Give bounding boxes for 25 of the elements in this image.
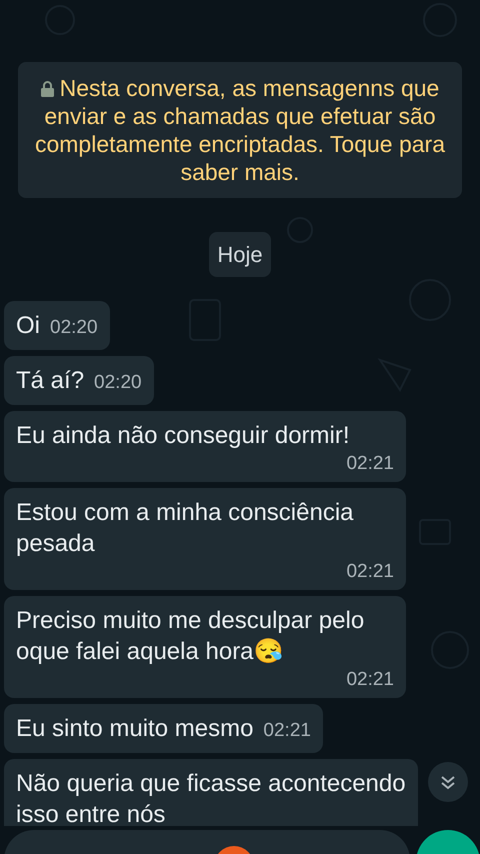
message-time: 02:20 bbox=[50, 317, 98, 338]
message-time: 02:21 bbox=[345, 669, 394, 691]
encryption-notice[interactable]: Nesta conversa, as mensagenns que enviar e as chamadas que efetuar são completamente encriptadas. Toque para saber mais. bbox=[18, 62, 462, 198]
message-bubble[interactable]: Não queria que ficasse acontecendo isso entre nós bbox=[4, 759, 418, 826]
message-text: Eu ainda não conseguir dormir! bbox=[16, 421, 351, 451]
message-text: Estou com a minha consciência pesada bbox=[16, 498, 354, 559]
message-bubble[interactable]: Preciso muito me desculpar pelo oque falei aquela hora😪 02:21 bbox=[4, 596, 406, 698]
message-bubble[interactable]: Oi 02:20 bbox=[4, 301, 110, 350]
message-time: 02:21 bbox=[263, 720, 311, 741]
message-bubble[interactable]: Eu ainda não conseguir dormir! 02:21 bbox=[4, 411, 406, 482]
message-text: Tá aí? bbox=[16, 367, 84, 394]
message-text: Oi bbox=[16, 312, 40, 339]
message-bubble[interactable]: Estou com a minha consciência pesada 02:21 bbox=[4, 488, 406, 590]
message-text: Não queria que ficasse acontecendo isso entre nós bbox=[16, 769, 406, 826]
message-time: 02:21 bbox=[345, 453, 394, 475]
message-text: Preciso muito me desculpar pelo oque falei aquela hora😪 bbox=[16, 606, 366, 667]
message-time: 02:20 bbox=[94, 372, 142, 393]
message-text: Eu sinto muito mesmo bbox=[16, 715, 254, 742]
message-time: 02:21 bbox=[345, 561, 394, 583]
date-chip: Hoje bbox=[209, 232, 271, 277]
double-chevron-icon bbox=[440, 774, 456, 790]
message-bubble[interactable]: Tá aí? 02:20 bbox=[4, 356, 154, 405]
scroll-down-button[interactable] bbox=[428, 762, 468, 802]
message-bubble[interactable]: Eu sinto muito mesmo 02:21 bbox=[4, 704, 323, 753]
lock-icon bbox=[40, 81, 54, 97]
